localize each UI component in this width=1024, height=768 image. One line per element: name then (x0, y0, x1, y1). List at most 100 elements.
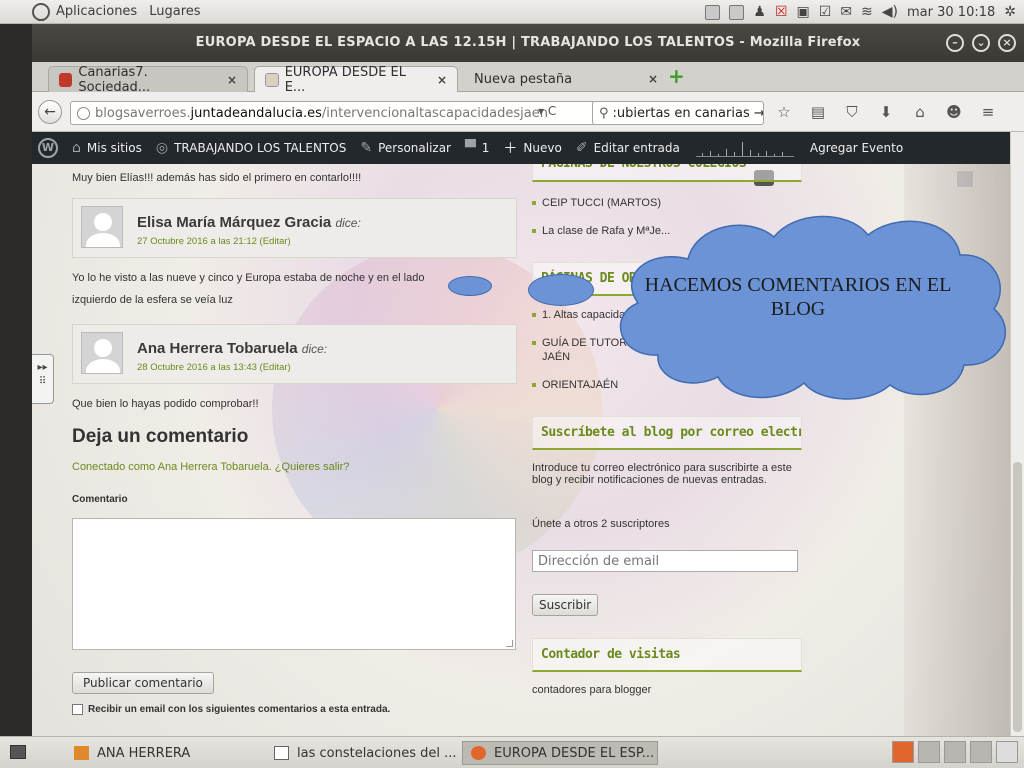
wifi-icon[interactable]: ≋ (861, 4, 873, 20)
customize-link[interactable]: ✎ Personalizar (360, 140, 451, 156)
workspace-2[interactable] (918, 741, 940, 763)
publish-comment-button[interactable]: Publicar comentario (72, 672, 214, 694)
search-input[interactable]: ⚲ :ubiertas en canarias → (592, 101, 764, 125)
back-arrow-icon[interactable]: ← (38, 100, 62, 124)
gear-icon[interactable]: ✲ (1004, 4, 1016, 20)
reply-title: Deja un comentario (72, 426, 249, 447)
task-label: ANA HERRERA (97, 745, 191, 761)
comments-count: 1 (481, 141, 490, 155)
comments-link[interactable]: ▀ 1 (465, 140, 489, 156)
brush-icon: ✎ (360, 140, 373, 156)
volume-icon[interactable]: ◀) (882, 4, 898, 20)
comment-edit-link[interactable]: (Editar) (260, 362, 291, 373)
comment-date-wrap: 28 Octubre 2016 a las 13:43 (Editar) (137, 362, 291, 373)
chat-icon[interactable]: ☻ (944, 102, 964, 122)
tab-new[interactable]: Nueva pestaña × (464, 66, 696, 92)
customize-label: Personalizar (378, 141, 451, 155)
clock[interactable]: mar 30 10:18 (907, 5, 995, 20)
ubuntu-apps-icon[interactable] (32, 2, 50, 21)
comment-date[interactable]: 28 Octubre 2016 a las 13:43 (137, 362, 257, 373)
tab-close-icon[interactable]: × (437, 73, 447, 87)
maximize-icon[interactable]: ⌄ (972, 34, 990, 52)
task-ana-herrera[interactable]: ANA HERRERA (66, 741, 256, 765)
tray-image-icon[interactable]: ▣ (797, 4, 810, 20)
notify-option[interactable]: Recibir un email con los siguientes come… (72, 704, 390, 715)
workspace-1[interactable] (892, 741, 914, 763)
close-app-icon[interactable]: ☒ (775, 4, 788, 20)
trash-icon[interactable] (996, 741, 1018, 763)
tab-label: Nueva pestaña (474, 71, 573, 87)
taskbar: ANA HERRERA las constelaciones del ... E… (0, 736, 1024, 768)
comment-text: Que bien lo hayas podido comprobar!! (72, 398, 259, 410)
url-bar[interactable]: blogsaverroes. juntadeandalucia.es/interv… (70, 101, 610, 125)
sidebar-toggle[interactable]: ▸▸ ⠿ (32, 354, 54, 404)
download-icon[interactable]: ⬇ (876, 102, 896, 122)
wordpress-logo-icon[interactable]: W (38, 138, 58, 158)
comment-edit-link[interactable]: (Editar) (260, 236, 291, 247)
says-label: dice: (335, 216, 361, 230)
reload-icon[interactable]: ▾ C (538, 104, 556, 118)
pocket-icon[interactable]: ⛉ (842, 102, 862, 122)
bookmark-star-icon[interactable]: ☆ (774, 102, 794, 122)
comment-date[interactable]: 27 Octubre 2016 a las 21:12 (137, 236, 257, 247)
tab-europa[interactable]: EUROPA DESDE EL E... × (254, 65, 458, 95)
workspace-3[interactable] (944, 741, 966, 763)
subscribe-description: Introduce tu correo electrónico para sus… (532, 462, 792, 486)
user-avatar-icon[interactable] (956, 170, 974, 188)
site-name-link[interactable]: ◎ TRABAJANDO LOS TALENTOS (156, 140, 346, 156)
search-icon[interactable]: ⚲ (988, 170, 998, 185)
avatar (81, 332, 123, 374)
window-titlebar: EUROPA DESDE EL ESPACIO A LAS 12.15H | T… (32, 24, 1024, 62)
comment-date-wrap: 27 Octubre 2016 a las 21:12 (Editar) (137, 236, 291, 247)
add-event-label: Agregar Evento (809, 141, 904, 155)
close-icon[interactable]: × (998, 34, 1016, 52)
tab-close-icon[interactable]: × (648, 72, 658, 86)
home-icon[interactable]: ⌂ (910, 102, 930, 122)
tray-app-icon[interactable] (729, 4, 745, 20)
task-label: EUROPA DESDE EL ESP... (494, 745, 655, 761)
comment-textarea[interactable] (72, 518, 516, 650)
logged-in-link[interactable]: Conectado como Ana Herrera Tobaruela. ¿Q… (72, 461, 349, 473)
my-sites-link[interactable]: ⌂ Mis sitios (72, 140, 142, 156)
comment-author[interactable]: Ana Herrera Tobaruela (137, 340, 298, 357)
email-input[interactable] (532, 550, 798, 572)
stats-sparkline[interactable] (695, 139, 794, 157)
canarias7-favicon-icon (59, 72, 73, 87)
tab-canarias7[interactable]: Canarias7. Sociedad... × (48, 64, 248, 95)
new-tab-icon[interactable]: + (668, 66, 686, 86)
url-prefix: blogsaverroes. (95, 105, 191, 121)
comment-author[interactable]: Elisa María Márquez Gracia (137, 214, 331, 231)
widget-title-visits: Contador de visitas (532, 638, 802, 672)
add-event-link[interactable]: Agregar Evento (810, 141, 903, 155)
mail-icon[interactable]: ✉ (840, 4, 852, 20)
comment-header: Ana Herrera Tobaruela dice: 28 Octubre 2… (72, 324, 517, 384)
tab-close-icon[interactable]: × (227, 73, 237, 87)
menu-applications[interactable]: Aplicaciones (56, 4, 137, 19)
reading-list-icon[interactable]: ▤ (808, 102, 828, 122)
checkbox-tray-icon[interactable]: ☑ (819, 4, 832, 20)
workspace-4[interactable] (970, 741, 992, 763)
scrollbar[interactable] (1010, 132, 1024, 736)
menu-icon[interactable]: ≡ (978, 102, 998, 122)
new-label: Nuevo (523, 141, 562, 155)
user-icon[interactable]: ♟ (753, 4, 766, 20)
subscribe-button[interactable]: Suscribir (532, 594, 599, 616)
notify-checkbox[interactable] (72, 704, 83, 715)
comment-bubble-icon: ▀ (465, 140, 476, 156)
dashboard-icon: ◎ (155, 140, 169, 156)
pencil-icon: ✐ (575, 140, 588, 156)
workspace-switcher (892, 741, 1018, 763)
scroll-thumb[interactable] (1013, 462, 1022, 732)
show-desktop-icon[interactable] (10, 745, 26, 759)
tray-app-icon[interactable] (705, 4, 721, 20)
navigation-bar: ← blogsaverroes. juntadeandalucia.es/inte… (32, 92, 1024, 132)
menu-places[interactable]: Lugares (149, 4, 200, 19)
minimize-icon[interactable]: – (946, 34, 964, 52)
new-content-link[interactable]: ＋ Nuevo (503, 138, 561, 158)
says-label: dice: (301, 342, 328, 356)
task-constelaciones[interactable]: las constelaciones del ... (266, 741, 456, 765)
tab-label: Canarias7. Sociedad... (78, 64, 151, 95)
edit-entry-link[interactable]: ✐ Editar entrada (576, 140, 680, 156)
task-firefox[interactable]: EUROPA DESDE EL ESP... (462, 741, 658, 765)
visits-link[interactable]: contadores para blogger (532, 684, 651, 696)
